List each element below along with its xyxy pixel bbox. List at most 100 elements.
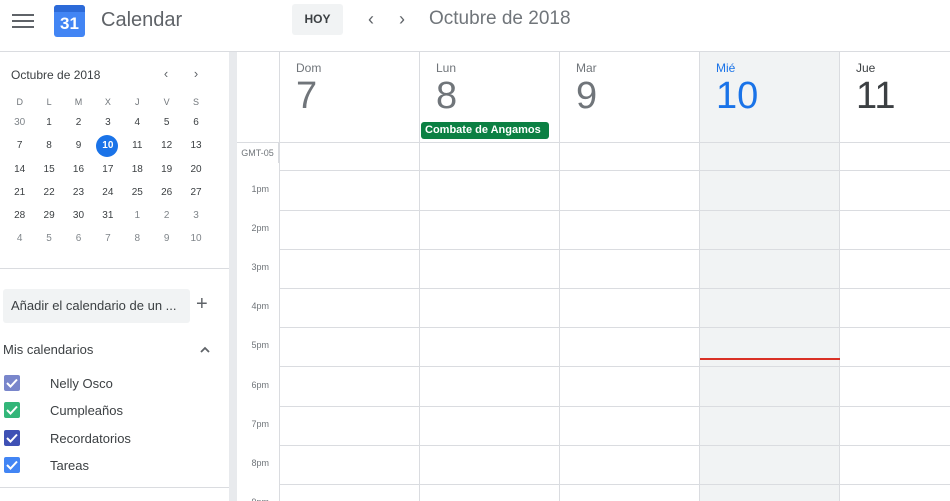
day-column-header[interactable]: Mar 9 — [559, 52, 699, 142]
day-number[interactable]: 11 — [856, 75, 895, 118]
checkbox-checked-icon[interactable] — [4, 402, 20, 419]
all-day-event-chip[interactable]: Combate de Angamos — [421, 122, 549, 139]
all-day-divider — [279, 170, 950, 171]
checkbox-checked-icon[interactable] — [4, 375, 20, 391]
mini-calendar-day[interactable]: 9 — [64, 134, 93, 157]
mini-calendar-day[interactable]: 21 — [5, 181, 34, 204]
mini-calendar-day[interactable]: 4 — [5, 227, 34, 250]
calendar-list-item[interactable]: Tareas — [3, 455, 223, 475]
previous-period-chevron-left-icon[interactable]: ‹ — [362, 9, 380, 29]
calendar-list-item[interactable]: Recordatorios — [3, 428, 223, 448]
mini-calendar-day[interactable]: 4 — [123, 111, 152, 134]
mini-calendar-day[interactable]: 9 — [152, 227, 181, 250]
mini-calendar-day[interactable]: 27 — [181, 181, 210, 204]
mini-calendar-day-number: 5 — [163, 117, 170, 128]
mini-calendar-day-number: 16 — [72, 163, 85, 175]
add-calendar-input[interactable]: Añadir el calendario de un ... — [3, 289, 190, 323]
mini-calendar-day[interactable]: 7 — [5, 134, 34, 157]
mini-calendar-day[interactable]: 7 — [93, 227, 122, 250]
mini-calendar-day[interactable]: 31 — [93, 204, 122, 227]
calendar-name: Cumpleaños — [50, 403, 123, 419]
mini-calendar-day[interactable]: 30 — [64, 204, 93, 227]
timezone-label: GMT-05 — [237, 143, 279, 163]
mini-calendar-day-number: 8 — [46, 140, 52, 152]
next-period-chevron-right-icon[interactable]: › — [393, 9, 411, 29]
today-button[interactable]: HOY — [292, 4, 343, 35]
mini-calendar-day[interactable]: 2 — [152, 204, 181, 227]
mini-calendar-day-number: 4 — [134, 117, 141, 128]
mini-calendar-weekday: X — [104, 97, 111, 107]
mini-calendar-day-number: 6 — [193, 117, 199, 128]
hour-gridline — [279, 327, 950, 329]
day-column-header[interactable]: Mié 10 — [699, 52, 839, 142]
day-number[interactable]: 8 — [436, 75, 457, 118]
mini-calendar-prev-chevron-icon[interactable]: ‹ — [159, 66, 173, 81]
mini-calendar-day[interactable]: 11 — [123, 134, 152, 157]
mini-calendar-day[interactable]: 6 — [64, 227, 93, 250]
mini-calendar-day-number: 10 — [102, 140, 114, 152]
mini-calendar-day[interactable]: 23 — [64, 181, 93, 204]
mini-calendar-day[interactable]: 8 — [34, 134, 63, 157]
mini-calendar-day-number: 3 — [105, 117, 111, 128]
mini-calendar-day[interactable]: 10 — [181, 227, 210, 250]
mini-calendar-day[interactable]: 18 — [123, 158, 152, 181]
day-number[interactable]: 7 — [296, 75, 317, 118]
mini-calendar-next-chevron-icon[interactable]: › — [189, 66, 203, 81]
my-calendars-header[interactable]: Mis calendarios — [3, 342, 93, 357]
mini-calendar-day-number: 29 — [43, 210, 55, 222]
mini-calendar-day[interactable]: 5 — [152, 111, 181, 134]
mini-calendar-day[interactable]: 8 — [123, 227, 152, 250]
checkbox-checked-icon[interactable] — [4, 429, 20, 446]
mini-calendar-day[interactable]: 24 — [93, 181, 122, 204]
day-column-header[interactable]: Jue 11 — [839, 52, 950, 142]
day-column-header[interactable]: Dom 7 — [279, 52, 419, 142]
mini-calendar-weekday: J — [135, 97, 140, 107]
checkbox-checked-icon[interactable] — [4, 456, 20, 473]
mini-calendar-day[interactable]: 19 — [152, 158, 181, 181]
sidebar-scrollbar[interactable] — [229, 52, 237, 501]
collapse-chevron-up-icon[interactable] — [199, 343, 211, 355]
mini-calendar-day[interactable]: 20 — [181, 158, 210, 181]
main-menu-icon[interactable] — [12, 11, 34, 29]
hour-label: 3pm — [251, 262, 269, 273]
mini-calendar-day[interactable]: 25 — [123, 181, 152, 204]
mini-calendar-day[interactable]: 2 — [64, 111, 93, 134]
mini-calendar-day-number: 5 — [46, 233, 52, 245]
mini-calendar-day[interactable]: 22 — [34, 181, 63, 204]
mini-calendar-weekday: D — [16, 97, 23, 107]
mini-calendar-day[interactable]: 1 — [123, 204, 152, 227]
sidebar-divider — [0, 268, 229, 269]
mini-calendar-day-selected[interactable]: 10 — [93, 134, 122, 158]
mini-calendar-day[interactable]: 30 — [5, 111, 34, 134]
mini-calendar-day[interactable]: 26 — [152, 181, 181, 204]
calendar-list-item[interactable]: Cumpleaños — [3, 400, 223, 420]
hour-gridline — [279, 405, 950, 407]
mini-calendar-day[interactable]: 3 — [93, 111, 122, 134]
mini-calendar-day[interactable]: 3 — [181, 204, 210, 227]
mini-calendar-day-number: 30 — [14, 117, 26, 128]
week-view: Dom 7 Lun 8 Combate de Angamos Mar 9 Mié 10 Jue 11… — [237, 52, 950, 501]
mini-calendar-day-number: 8 — [134, 233, 141, 245]
mini-calendar-day[interactable]: 17 — [93, 158, 122, 181]
calendar-list-item[interactable]: Nelly Osco — [3, 373, 223, 393]
day-number[interactable]: 9 — [576, 75, 597, 118]
mini-calendar-day[interactable]: 28 — [5, 204, 34, 227]
mini-calendar-day-number: 19 — [161, 163, 173, 175]
mini-calendar-day[interactable]: 12 — [152, 134, 181, 157]
mini-calendar-day[interactable]: 5 — [34, 227, 63, 250]
mini-calendar-day-number: 22 — [43, 186, 55, 198]
sidebar: Octubre de 2018 ‹ › D L M X J V S 30 1 2 3 4 5 6 7 8 9 10… — [0, 52, 230, 501]
mini-calendar-day[interactable]: 16 — [64, 158, 93, 181]
mini-calendar-day-number: 20 — [190, 163, 202, 175]
mini-calendar-day[interactable]: 13 — [181, 134, 210, 157]
mini-calendar-day[interactable]: 6 — [181, 111, 210, 134]
mini-calendar-day[interactable]: 15 — [34, 158, 63, 181]
day-number[interactable]: 10 — [716, 75, 758, 118]
mini-calendar-day[interactable]: 14 — [5, 158, 34, 181]
mini-calendar-day[interactable]: 1 — [34, 111, 63, 134]
calendar-name: Nelly Osco — [50, 376, 113, 391]
mini-calendar-day[interactable]: 29 — [34, 204, 63, 227]
add-calendar-plus-icon[interactable]: + — [196, 293, 208, 316]
header-divider — [237, 142, 950, 143]
day-column-header[interactable]: Lun 8 Combate de Angamos — [419, 52, 559, 142]
